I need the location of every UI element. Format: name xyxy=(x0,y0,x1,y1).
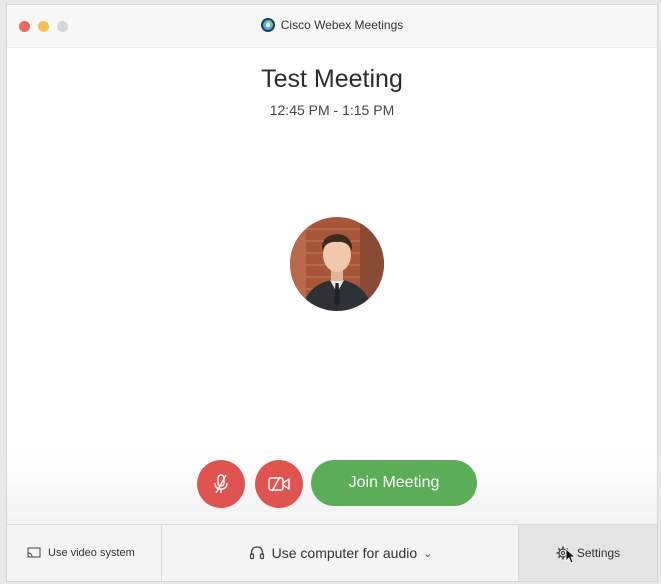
use-video-system-label: Use video system xyxy=(48,547,135,559)
screen-cast-icon xyxy=(27,547,41,558)
meeting-title: Test Meeting xyxy=(261,65,403,93)
mouse-cursor-icon xyxy=(565,548,575,564)
meeting-time: 12:45 PM - 1:15 PM xyxy=(269,102,395,118)
chevron-down-icon: ⌄ xyxy=(423,547,433,560)
use-video-system-button[interactable]: Use video system xyxy=(7,525,162,581)
microphone-muted-icon xyxy=(214,474,228,494)
title-bar: Cisco Webex Meetings xyxy=(7,5,657,48)
video-button[interactable] xyxy=(255,460,303,508)
call-controls: Join Meeting xyxy=(7,453,657,527)
settings-label: Settings xyxy=(576,546,621,560)
window-title-text: Cisco Webex Meetings xyxy=(280,18,404,32)
audio-option-label: Use computer for audio xyxy=(271,545,418,561)
avatar-photo xyxy=(290,217,384,311)
mute-button[interactable] xyxy=(197,460,245,508)
video-off-icon xyxy=(268,476,290,492)
join-meeting-button[interactable]: Join Meeting xyxy=(311,460,477,506)
host-avatar xyxy=(290,217,384,311)
webex-logo-icon xyxy=(260,18,275,32)
audio-option-dropdown[interactable]: Use computer for audio ⌄ xyxy=(163,525,518,581)
bottom-bar: Use video system Use computer for audio … xyxy=(7,524,657,581)
window-title: Cisco Webex Meetings xyxy=(7,18,657,32)
settings-button[interactable]: Settings xyxy=(518,525,657,581)
headset-icon xyxy=(249,546,264,560)
webex-window: Cisco Webex Meetings Test Meeting 12:45 … xyxy=(6,4,658,582)
meeting-panel: Test Meeting 12:45 PM - 1:15 PM xyxy=(7,48,657,453)
